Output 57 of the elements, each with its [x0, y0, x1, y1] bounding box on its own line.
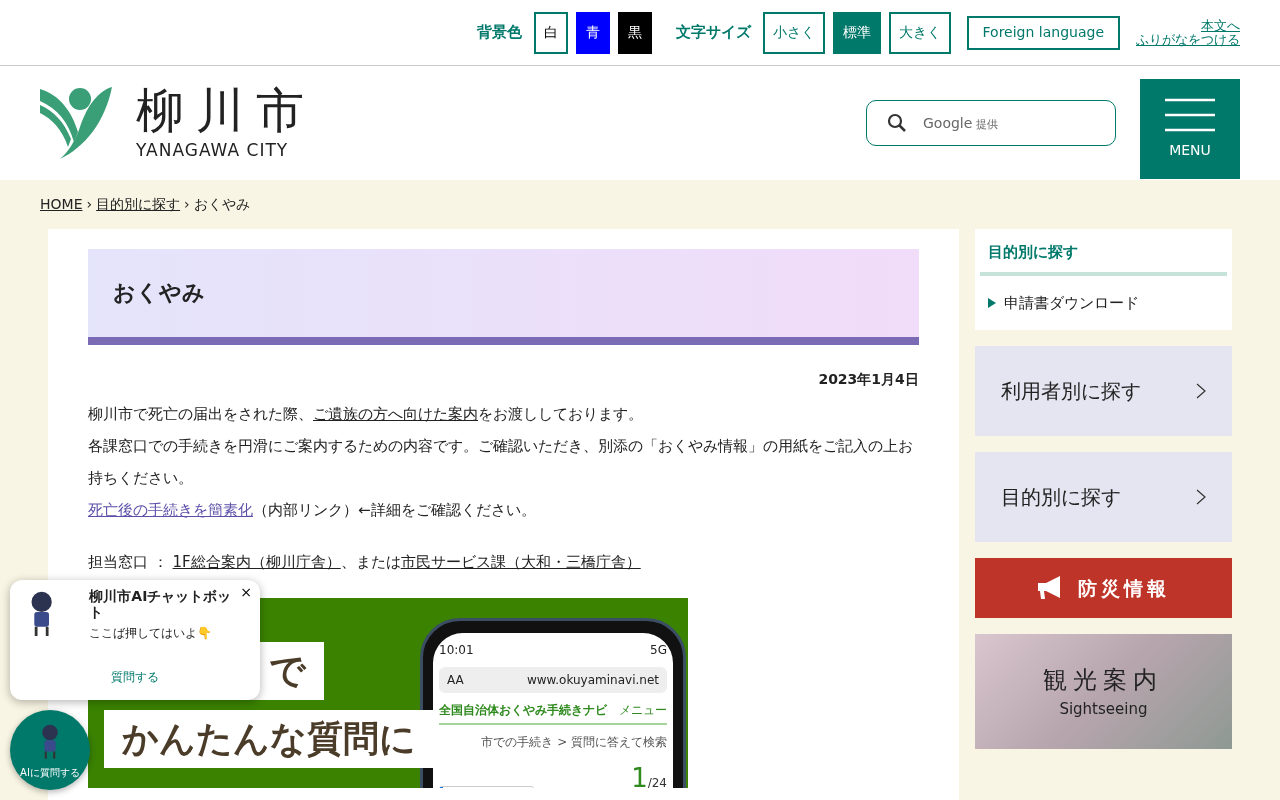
text-size-control: AA — [447, 671, 464, 689]
publish-date: 2023年1月4日 — [817, 370, 919, 389]
disaster-info-link[interactable]: 防災情報 — [974, 558, 1232, 618]
triangle-icon — [987, 297, 996, 308]
breadcrumb-current: おくやみ — [193, 195, 250, 214]
banner-headline: かんたんな質問に — [104, 710, 434, 768]
breadcrumb-separator: › — [184, 195, 190, 214]
body-paragraph: 柳川市で死亡の届出をされた際、ご遺族の方へ向けた案内をお渡ししております。 — [88, 404, 644, 425]
chatbot-title: 柳川市AIチャットボット — [89, 588, 233, 620]
text-size-button[interactable]: 標準 — [832, 11, 881, 54]
chatbot-launcher[interactable]: AIに質問する — [10, 710, 90, 790]
chevron-right-icon — [1196, 489, 1206, 505]
contact-paragraph: 担当窓口 ： 1F総合案内（柳川庁舎）、または市民サービス課（大和・三橋庁舎） — [88, 552, 642, 573]
site-title: 全国自治体おくやみ手続きナビ — [439, 702, 607, 719]
megaphone-icon — [1036, 576, 1063, 600]
body-paragraph: 死亡後の手続きを簡素化（内部リンク）←詳細をご確認ください。 — [88, 500, 537, 521]
text-link[interactable]: 1F総合案内（柳川庁舎） — [172, 553, 341, 571]
search-icon — [887, 113, 907, 133]
text-link[interactable]: 死亡後の手続きを簡素化 — [88, 501, 253, 519]
category-link[interactable]: 利用者別に探す — [974, 346, 1232, 436]
city-name-english: YANAGAWA CITY — [136, 139, 290, 163]
background-color-button[interactable]: 白 — [533, 11, 568, 54]
breadcrumb-link[interactable]: HOME — [40, 194, 83, 215]
search-placeholder: Google 提供 — [923, 113, 998, 133]
text-size-button[interactable]: 大きく — [888, 11, 951, 54]
sightseeing-banner[interactable]: 観光案内 Sightseeing — [974, 634, 1232, 749]
background-color-button[interactable]: 黒 — [617, 11, 652, 54]
text-size-button[interactable]: 小さく — [762, 11, 825, 54]
text-size-label: 文字サイズ — [675, 22, 751, 44]
background-color-label: 背景色 — [476, 22, 522, 44]
search-field[interactable]: Google 提供 — [866, 100, 1116, 146]
furigana-link[interactable]: ふりがなをつける — [1136, 32, 1240, 47]
background-color-button[interactable]: 青 — [575, 11, 610, 54]
menu-icon — [1165, 97, 1215, 132]
phone-time: 10:01 — [439, 642, 474, 659]
breadcrumb-separator: › — [86, 195, 93, 214]
breadcrumb-link[interactable]: 目的別に探す — [96, 194, 181, 215]
question-counter: 1/24 — [631, 762, 667, 788]
text-link[interactable]: ご遺族の方へ向けた案内 — [313, 405, 478, 423]
network-indicator: 5G — [650, 642, 667, 659]
chevron-right-icon — [1196, 383, 1206, 399]
local-nav-title: 目的別に探す — [979, 241, 1227, 276]
skip-to-content-link[interactable]: 本文へ — [1136, 18, 1240, 33]
phone-menu-label: メニュー — [619, 702, 667, 719]
page-url: www.okuyaminavi.net — [526, 672, 659, 689]
menu-button[interactable]: MENU — [1140, 79, 1240, 179]
page-title: おくやみ — [88, 249, 919, 345]
close-button[interactable]: × — [240, 584, 252, 600]
body-paragraph: 各課窓口での手続きを円滑にご案内するための内容です。ご確認いただき、別添の「おくやみ情報」の用紙をご記入の上お持ちください。 — [88, 436, 914, 489]
foreign-language-button[interactable]: Foreign language — [966, 15, 1120, 50]
city-emblem-icon — [40, 87, 112, 159]
category-link[interactable]: 目的別に探す — [974, 452, 1232, 542]
chatbot-message: ここば押してはいよ👇 — [89, 625, 214, 642]
city-name: 柳川市 — [136, 82, 316, 139]
text-link[interactable]: 市民サービス課（大和・三橋庁舎） — [400, 553, 641, 571]
phone-breadcrumb: 市での手続き > 質問に答えて検索 — [480, 734, 667, 751]
local-nav-link[interactable]: 申請書ダウンロード — [979, 275, 1227, 322]
